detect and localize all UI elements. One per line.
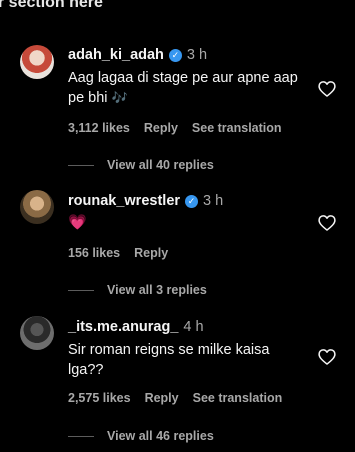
music-notes-emoji: 🎶 [111, 90, 128, 105]
comment-time: 3 h [186, 47, 208, 63]
comment-text: Sir roman reigns se milke kaisa lga?? [68, 342, 270, 378]
avatar[interactable] [20, 190, 54, 224]
likes-count[interactable]: 2,575 likes [68, 391, 131, 405]
likes-count[interactable]: 156 likes [68, 246, 120, 260]
comment-time: 3 h [203, 193, 224, 209]
comment-time: 4 h [183, 319, 204, 335]
view-replies-button[interactable]: View all 3 replies [68, 283, 207, 297]
comment-actions: 156 likes Reply [68, 246, 168, 260]
see-translation-button[interactable]: See translation [193, 391, 283, 405]
comment-text: 💗 [68, 213, 300, 233]
reply-button[interactable]: Reply [134, 246, 168, 260]
see-translation-button[interactable]: See translation [192, 121, 282, 135]
pink-heart-emoji: 💗 [68, 214, 87, 231]
username[interactable]: rounak_wrestler [68, 193, 180, 209]
reply-button[interactable]: Reply [145, 391, 179, 405]
username[interactable]: adah_ki_adah [68, 47, 164, 63]
divider-line [68, 435, 94, 437]
avatar[interactable] [20, 316, 54, 350]
comment-actions: 3,112 likes Reply See translation [68, 121, 282, 135]
avatar[interactable] [20, 45, 54, 79]
divider-line [68, 164, 94, 166]
likes-count[interactable]: 3,112 likes [68, 121, 130, 135]
comment-header: _its.me.anurag_ 4 h [68, 319, 204, 335]
view-replies-button[interactable]: View all 46 replies [68, 429, 214, 443]
previous-section-cut-text: r section here [0, 0, 103, 11]
comment-text: Aag lagaa di stage pe aur apne aap pe bh… [68, 70, 298, 106]
view-replies-button[interactable]: View all 40 replies [68, 158, 214, 172]
comment-header: adah_ki_adah ✓ 3 h [68, 47, 207, 63]
comment-header: rounak_wrestler ✓ 3 h [68, 193, 223, 209]
divider-line [68, 289, 94, 291]
verified-badge-icon: ✓ [168, 48, 182, 62]
heart-outline-icon[interactable] [317, 213, 337, 233]
reply-button[interactable]: Reply [144, 121, 178, 135]
heart-outline-icon[interactable] [317, 79, 337, 99]
verified-badge-icon: ✓ [185, 194, 199, 208]
heart-outline-icon[interactable] [317, 347, 337, 367]
username[interactable]: _its.me.anurag_ [68, 319, 178, 335]
comment-actions: 2,575 likes Reply See translation [68, 391, 282, 405]
